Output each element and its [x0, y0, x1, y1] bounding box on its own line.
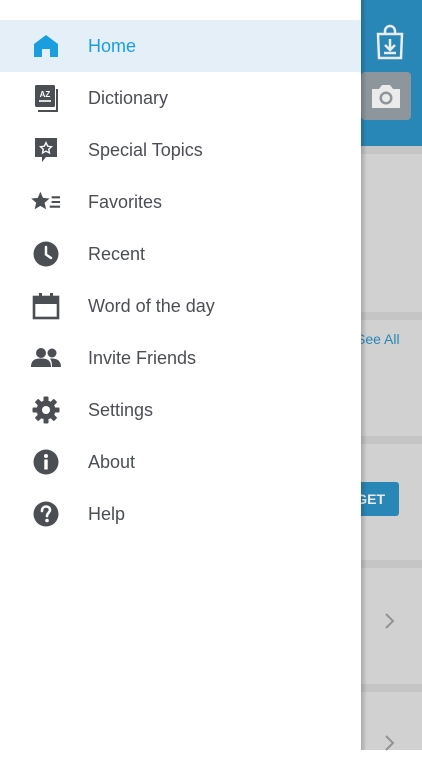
people-icon: [31, 344, 61, 372]
navigation-drawer: Home AZ Dictionary Special Topics Favori…: [0, 0, 361, 750]
menu-item-recent[interactable]: Recent: [0, 228, 361, 280]
menu-item-label: Word of the day: [88, 296, 215, 316]
menu-item-invite-friends[interactable]: Invite Friends: [0, 332, 361, 384]
calendar-icon: [31, 292, 61, 320]
special-topics-icon: [31, 136, 61, 164]
menu-item-label: Settings: [88, 400, 154, 420]
dictionary-icon: AZ: [31, 84, 61, 112]
info-icon: [31, 448, 61, 476]
menu-item-label: About: [88, 452, 136, 472]
menu-item-label: Home: [88, 36, 137, 56]
menu-item-settings[interactable]: Settings: [0, 384, 361, 436]
svg-text:AZ: AZ: [40, 90, 51, 99]
menu-item-label: Help: [88, 504, 126, 524]
menu-item-label: Dictionary: [88, 88, 169, 108]
menu-item-about[interactable]: About: [0, 436, 361, 488]
menu-item-label: Favorites: [88, 192, 163, 212]
menu-item-label: Recent: [88, 244, 146, 264]
menu-item-word-of-the-day[interactable]: Word of the day: [0, 280, 361, 332]
home-icon: [31, 32, 61, 60]
help-icon: [31, 500, 61, 528]
menu-item-dictionary[interactable]: AZ Dictionary: [0, 72, 361, 124]
menu-item-favorites[interactable]: Favorites: [0, 176, 361, 228]
gear-icon: [31, 396, 61, 424]
menu-item-special-topics[interactable]: Special Topics: [0, 124, 361, 176]
favorites-icon: [31, 188, 61, 216]
menu-item-home[interactable]: Home: [0, 20, 361, 72]
menu-item-label: Invite Friends: [88, 348, 197, 368]
drawer-menu: Home AZ Dictionary Special Topics Favori…: [0, 20, 361, 540]
drawer-shadow: [361, 0, 367, 750]
clock-icon: [31, 240, 61, 268]
menu-item-label: Special Topics: [88, 140, 203, 160]
menu-item-help[interactable]: Help: [0, 488, 361, 540]
